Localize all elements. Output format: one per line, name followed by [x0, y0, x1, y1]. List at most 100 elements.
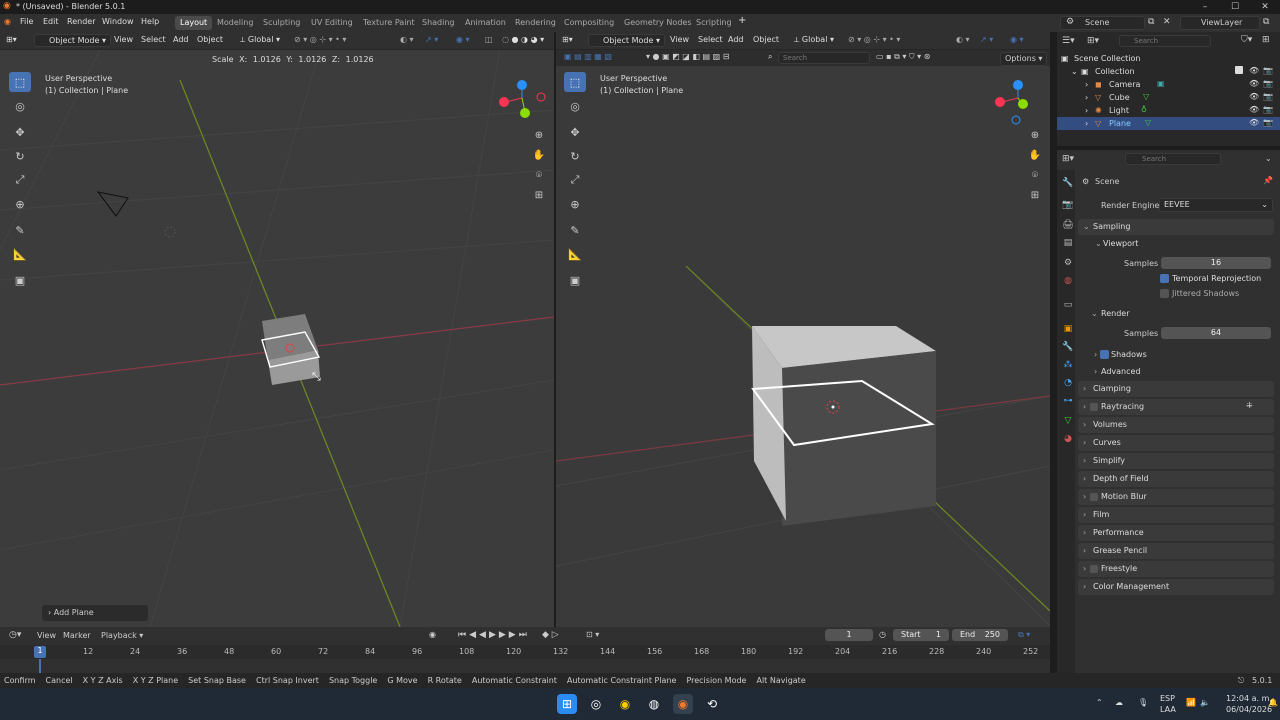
collection-tab-icon[interactable]: ▭	[1061, 300, 1075, 314]
data-tab-icon[interactable]: ▽	[1061, 416, 1075, 430]
render-subpanel-label[interactable]: Render	[1101, 309, 1129, 318]
tab-animation[interactable]: Animation	[460, 16, 511, 30]
blender-menu-icon[interactable]: ◉	[4, 17, 11, 26]
tray-wifi-icon[interactable]: 📶	[1186, 698, 1196, 707]
chevron-down-icon[interactable]: ⌄	[1091, 309, 1098, 318]
app-icon[interactable]: ◍	[644, 694, 664, 714]
panel-clamping[interactable]: › Clamping	[1078, 381, 1274, 397]
shadows-checkbox[interactable]	[1100, 350, 1109, 359]
keying-icon[interactable]: ⊡ ▾	[586, 630, 599, 639]
right-overlay-toggle-icon[interactable]: ◉ ▾	[1010, 35, 1024, 44]
right-tool-move[interactable]: ✥	[564, 122, 586, 142]
visibility-eye-icon[interactable]: 👁	[1249, 66, 1259, 75]
tray-volume-icon[interactable]: 🔈	[1200, 698, 1210, 707]
tab-uv-editing[interactable]: UV Editing	[306, 16, 358, 30]
visibility-eye-icon[interactable]: 👁	[1249, 105, 1259, 114]
playback-controls[interactable]: ⏮◀◀▶▶▶⏭	[458, 630, 530, 640]
right-menu-object[interactable]: Object	[753, 35, 779, 44]
mesh-data-icon[interactable]: ▽	[1143, 92, 1149, 101]
outliner-display-mode-icon[interactable]: ⊞▾	[1087, 36, 1099, 46]
right-perspective-grid-icon[interactable]: ⊞	[1027, 190, 1043, 206]
right-gizmo-toggle-icon[interactable]: ↗ ▾	[980, 35, 993, 44]
render-camera-icon[interactable]: 📷	[1263, 92, 1273, 101]
keyframe-jump-icons[interactable]: ◆ ▷	[542, 630, 559, 640]
right-nav-gizmo[interactable]	[988, 78, 1044, 128]
object-tab-icon[interactable]: ▣	[1061, 324, 1075, 338]
panel-volumes[interactable]: › Volumes	[1078, 417, 1274, 433]
view-layer-tab-icon[interactable]: ▤	[1061, 238, 1075, 252]
left-3d-viewport[interactable]: ⊞▾ Object Mode ▾ View Select Add Object …	[0, 32, 554, 627]
record-icon[interactable]: ◉	[429, 630, 436, 639]
pin-icon[interactable]: 📌	[1263, 176, 1273, 185]
right-tool-annotate[interactable]: ✎	[564, 220, 586, 240]
tab-scripting[interactable]: Scripting	[691, 16, 737, 30]
tab-geometry-nodes[interactable]: Geometry Nodes	[619, 16, 696, 30]
panel-simplify[interactable]: › Simplify	[1078, 453, 1274, 469]
raytracing-checkbox[interactable]	[1090, 403, 1098, 411]
end-frame-field[interactable]: End 250	[952, 629, 1008, 641]
particles-tab-icon[interactable]: ⁂	[1061, 360, 1075, 374]
menu-file[interactable]: File	[20, 17, 33, 26]
left-xray-icon[interactable]: ◫	[485, 35, 493, 44]
tray-chevron-icon[interactable]: ⌃	[1096, 698, 1103, 707]
expand-icon[interactable]: ›	[1085, 93, 1088, 102]
right-pan-hand-icon[interactable]: ✋	[1027, 150, 1043, 166]
tool-move[interactable]: ✥	[9, 122, 31, 142]
right-3d-viewport[interactable]: ⊞▾ Object Mode ▾ View Select Add Object …	[556, 32, 1050, 627]
timeline-menu-marker[interactable]: Marker	[63, 631, 91, 640]
delete-scene-icon[interactable]: ✕	[1163, 17, 1171, 27]
collection-checkbox[interactable]	[1235, 66, 1243, 74]
new-scene-icon[interactable]: ⧉	[1148, 17, 1154, 27]
current-frame-field[interactable]: 1	[825, 629, 873, 641]
right-tool-scale[interactable]: ⤢	[564, 170, 586, 190]
playhead[interactable]: 1	[34, 646, 46, 658]
render-camera-icon[interactable]: 📷	[1263, 118, 1273, 127]
right-search-input[interactable]: Search	[778, 52, 870, 64]
outliner-editor-icon[interactable]: ☰▾	[1062, 36, 1075, 46]
right-mode-dropdown[interactable]: Object Mode ▾	[588, 34, 665, 47]
left-visibility-icons[interactable]: ◐ ▾	[400, 35, 414, 44]
panel-film[interactable]: › Film	[1078, 507, 1274, 523]
mesh-data-icon[interactable]: ▽	[1145, 118, 1151, 127]
render-camera-icon[interactable]: 📷	[1263, 79, 1273, 88]
panel-color-management[interactable]: › Color Management	[1078, 579, 1274, 595]
tool-transform[interactable]: ⊕	[9, 194, 31, 214]
left-menu-view[interactable]: View	[114, 35, 133, 44]
visibility-eye-icon[interactable]: 👁	[1249, 118, 1259, 127]
tab-modeling[interactable]: Modeling	[212, 16, 258, 30]
blender-taskbar-icon[interactable]: ◉	[673, 694, 693, 714]
expand-icon[interactable]: ›	[1085, 119, 1088, 128]
right-visibility-icons[interactable]: ◐ ▾	[956, 35, 970, 44]
right-tool-rotate[interactable]: ↻	[564, 146, 586, 166]
expand-icon[interactable]: ›	[1085, 80, 1088, 89]
panel-grease-pencil[interactable]: › Grease Pencil	[1078, 543, 1274, 559]
close-button[interactable]: ✕	[1250, 0, 1280, 14]
panel-curves[interactable]: › Curves	[1078, 435, 1274, 451]
right-cube[interactable]	[751, 326, 936, 526]
tray-mic-icon[interactable]: 🎙	[1138, 698, 1148, 707]
panel-performance[interactable]: › Performance	[1078, 525, 1274, 541]
chevron-right-icon[interactable]: ›	[1094, 367, 1097, 376]
chevron-right-icon[interactable]: ›	[1094, 350, 1097, 359]
panel-motion-blur[interactable]: › Motion Blur	[1078, 489, 1274, 505]
new-viewlayer-icon[interactable]: ⧉	[1263, 17, 1269, 27]
camera-data-icon[interactable]: ▣	[1157, 79, 1165, 88]
left-menu-add[interactable]: Add	[173, 35, 189, 44]
left-gizmo-toggle-icon[interactable]: ↗ ▾	[425, 35, 438, 44]
options-dropdown[interactable]: Options ▾	[1000, 52, 1048, 66]
preview-range-icon[interactable]: ◷	[879, 630, 886, 639]
tab-sculpting[interactable]: Sculpting	[258, 16, 305, 30]
menu-render[interactable]: Render	[67, 17, 95, 26]
visibility-eye-icon[interactable]: 👁	[1249, 79, 1259, 88]
left-shading-modes[interactable]: ◌ ● ◑ ◕ ▾	[502, 35, 544, 44]
viewport-samples-field[interactable]: 16	[1161, 257, 1271, 269]
left-menu-object[interactable]: Object	[197, 35, 223, 44]
left-mode-dropdown[interactable]: Object Mode ▾	[34, 34, 111, 47]
right-menu-add[interactable]: Add	[728, 35, 744, 44]
outliner-filter-icon[interactable]: ⛉▾	[1241, 35, 1252, 45]
chevron-down-icon[interactable]: ⌄	[1095, 239, 1102, 248]
start-frame-field[interactable]: Start 1	[893, 629, 949, 641]
viewport-subpanel-label[interactable]: Viewport	[1103, 239, 1138, 248]
freestyle-checkbox[interactable]	[1090, 565, 1098, 573]
right-menu-select[interactable]: Select	[698, 35, 723, 44]
